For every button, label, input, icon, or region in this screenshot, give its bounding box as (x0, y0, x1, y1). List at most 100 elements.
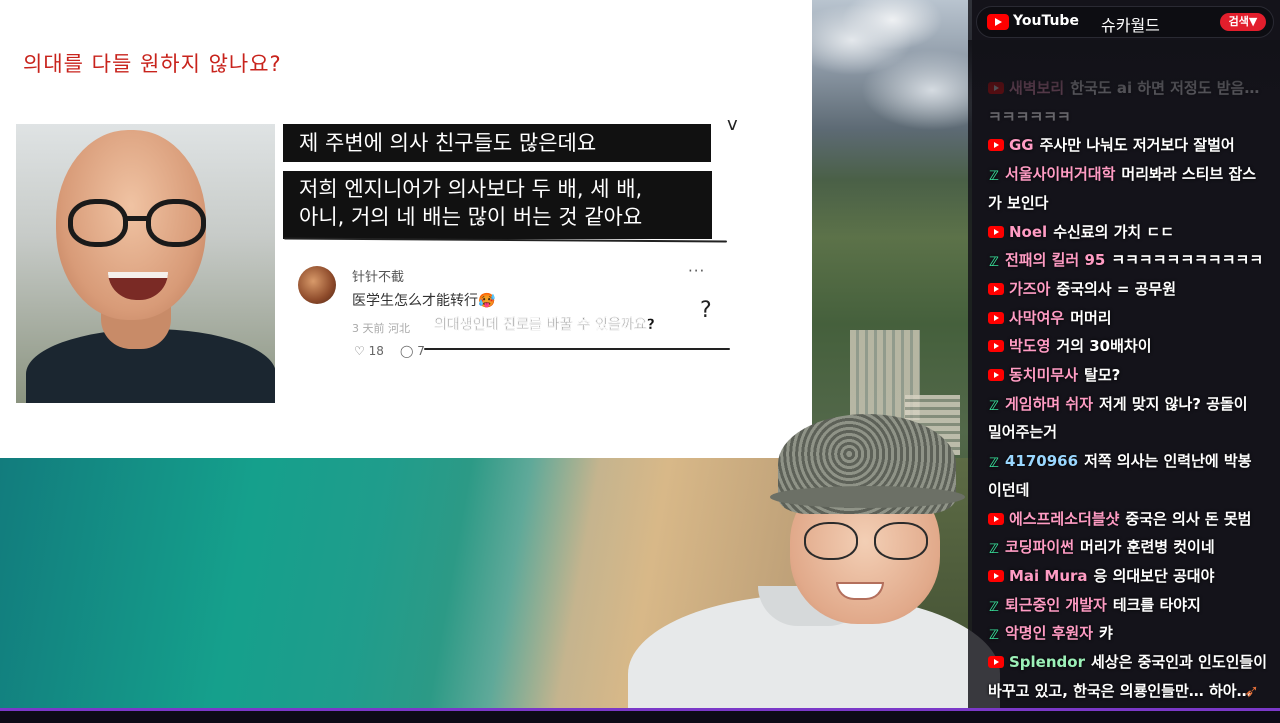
interview-photo (16, 124, 275, 403)
chat-message: ℤ 4170966 저쪽 의사는 인력난에 박봉 (988, 449, 1272, 473)
chat-message: ℤ 악명인 후원자 캬 (988, 621, 1272, 645)
youtube-icon (988, 369, 1004, 381)
chat-text: 이던데 (988, 480, 1030, 499)
chat-text: 응 의대보단 공대야 (1093, 566, 1215, 585)
chat-text: 중국의사 = 공무원 (1056, 279, 1177, 298)
chzzk-icon: ℤ (989, 398, 999, 414)
chat-message: ℤ 서울사이버거대학 머리봐라 스티브 잡스 (988, 162, 1272, 186)
chat-nickname[interactable]: 가즈아 (1009, 280, 1050, 298)
chat-nickname[interactable]: 퇴근중인 개발자 (1005, 596, 1107, 614)
chat-message: 동치미무사 탈모? (988, 363, 1272, 387)
post-meta: 3 天前 河北 (352, 322, 410, 335)
chat-nickname[interactable]: 서울사이버거대학 (1005, 165, 1115, 183)
chat-text: 세상은 중국인과 인도인들이 (1090, 653, 1268, 671)
chat-nickname[interactable]: 전패의 킬러 95 (1005, 251, 1105, 269)
chzzk-icon: ℤ (989, 169, 999, 185)
post-text: 医学生怎么才能转行🥵 (352, 293, 496, 309)
chat-nickname[interactable]: 코딩파이썬 (1005, 538, 1074, 556)
chat-text: 가 보인다 (988, 193, 1049, 212)
chat-nickname[interactable]: 4170966 (1005, 452, 1078, 470)
streamer-hat-brim (770, 486, 965, 508)
chat-text: 저쪽 의사는 인력난에 박봉 (1084, 452, 1252, 471)
chat-text: 한국도 ai 하면 저정도 받음… (1070, 79, 1260, 97)
chat-text: 머머리 (1070, 308, 1112, 327)
chat-message: 이던데 (988, 478, 1272, 502)
chat-message: ℤ 게임하며 쉬자 저게 맞지 않나? 공돌이 (988, 392, 1272, 416)
live-chat-panel: YouTube 슈카월드 검색▼ 새벽보리 한국도 ai 하면 저정도 받음… ㅋㅋ… (968, 0, 1280, 720)
subtitle-line-2a: 저희 엔지니어가 의사보다 두 배, 세 배, (299, 177, 643, 201)
chzzk-icon: ℤ (989, 456, 999, 472)
chzzk-icon: ℤ (989, 628, 999, 644)
chat-message: 박도영 거의 30배차이 (988, 334, 1272, 358)
subtitle-line-2: 저희 엔지니어가 의사보다 두 배, 세 배, 아니, 거의 네 배는 많이 버… (283, 171, 712, 239)
more-options-icon[interactable]: ··· (688, 262, 705, 280)
chat-nickname[interactable]: 게임하며 쉬자 (1005, 395, 1093, 413)
youtube-icon (988, 512, 1004, 525)
chat-nickname[interactable]: 악명인 후원자 (1005, 624, 1093, 642)
youtube-logo-icon (987, 14, 1009, 30)
chat-message: 밀어주는거 (988, 420, 1272, 444)
bird-icon: ➶ (1244, 681, 1260, 702)
glasses-left-lens (68, 199, 128, 247)
chat-text: 머리가 훈련병 컷이네 (1080, 538, 1215, 557)
like-count[interactable]: ♡ 18 (354, 344, 384, 358)
streamer-glasses-right (874, 522, 928, 560)
handdrawn-question-mark: ? (700, 298, 712, 323)
background-clouds (812, 0, 972, 160)
search-button[interactable]: 검색▼ (1220, 13, 1266, 31)
chat-text: 탈모? (1084, 366, 1121, 384)
youtube-icon (988, 282, 1004, 295)
youtube-icon (988, 311, 1004, 324)
youtube-icon (988, 656, 1004, 668)
chzzk-icon: ℤ (989, 599, 999, 615)
chat-text: 주사만 나눠도 저거보다 잘벌어 (1039, 136, 1235, 155)
chzzk-icon: ℤ (989, 542, 999, 558)
chat-nickname[interactable]: Splendor (1009, 653, 1085, 671)
glasses-right-lens (146, 199, 206, 247)
channel-name: 슈카월드 (1101, 16, 1160, 35)
social-post: 针针不截 ··· 医学生怎么才能转行🥵 3 天前 河北 의대생인데 진로를 바꿀… (298, 262, 718, 362)
youtube-icon (988, 569, 1004, 582)
chat-text: 테크를 타야지 (1112, 595, 1201, 614)
chat-message: 에스프레소더블샷 중국은 의사 돈 못범 (988, 507, 1272, 531)
presentation-slide: 의대를 다들 원하지 않나요? 제 주변에 의사 친구들도 많은데요 저희 엔지… (0, 0, 812, 458)
post-translation-caption: 의대생인데 진로를 바꿀 수 있을까요? (434, 314, 655, 334)
streamer-glasses-left (804, 522, 858, 560)
chat-nickname[interactable]: 동치미무사 (1009, 366, 1078, 384)
chat-text: 저게 맞지 않나? 공돌이 (1099, 394, 1248, 413)
youtube-icon (988, 225, 1004, 238)
chat-message: ㅋㅋㅋㅋㅋㅋ (988, 105, 1272, 129)
handdrawn-underline-2 (424, 348, 730, 350)
chat-message: 사막여우 머머리 (988, 306, 1272, 330)
chat-message: 가 보인다 (988, 191, 1272, 215)
chat-text: 캬 (1099, 624, 1113, 643)
youtube-icon (988, 139, 1004, 152)
chat-message: ℤ 코딩파이썬 머리가 훈련병 컷이네 (988, 535, 1272, 559)
subtitle-line-2b: 아니, 거의 네 배는 많이 버는 것 같아요 (299, 205, 643, 229)
chat-nickname[interactable]: 사막여우 (1009, 309, 1064, 327)
chat-header: YouTube 슈카월드 검색▼ (976, 6, 1274, 38)
chat-message: Noel 수신료의 가치 ㄷㄷ (988, 220, 1272, 244)
chat-nickname[interactable]: 박도영 (1009, 337, 1050, 355)
chat-nickname[interactable]: Mai Mura (1009, 567, 1088, 585)
chat-text: ㅋㅋㅋㅋㅋㅋ (988, 107, 1071, 126)
chat-text: 수신료의 가치 ㄷㄷ (1053, 222, 1175, 241)
chat-nickname[interactable]: 에스프레소더블샷 (1009, 510, 1119, 528)
chat-message: 가즈아 중국의사 = 공무원 (988, 277, 1272, 301)
chat-nickname[interactable]: Noel (1009, 223, 1047, 241)
comment-count[interactable]: ◯ 7 (400, 344, 425, 358)
post-username: 针针不截 (352, 270, 405, 285)
handdrawn-check-mark: v (727, 114, 738, 135)
chat-message: ℤ 전패의 킬러 95 ㅋㅋㅋㅋㅋㅋㅋㅋㅋㅋㅋ (988, 248, 1272, 272)
chat-nickname[interactable]: 새벽보리 (1009, 79, 1064, 97)
glasses-bridge (126, 216, 148, 221)
avatar (298, 266, 336, 304)
chat-nickname[interactable]: GG (1009, 136, 1034, 154)
chat-text: 머리봐라 스티브 잡스 (1121, 165, 1257, 184)
chat-message: Mai Mura 응 의대보단 공대야 (988, 564, 1272, 588)
chat-text: 거의 30배차이 (1056, 337, 1152, 356)
chzzk-icon: ℤ (989, 255, 999, 271)
chat-message: GG 주사만 나눠도 저거보다 잘벌어 (988, 133, 1272, 157)
chat-message: Splendor 세상은 중국인과 인도인들이 (988, 650, 1272, 674)
chat-message-list[interactable]: 새벽보리 한국도 ai 하면 저정도 받음… ㅋㅋㅋㅋㅋㅋ GG 주사만 나눠도 저거보… (980, 40, 1276, 716)
